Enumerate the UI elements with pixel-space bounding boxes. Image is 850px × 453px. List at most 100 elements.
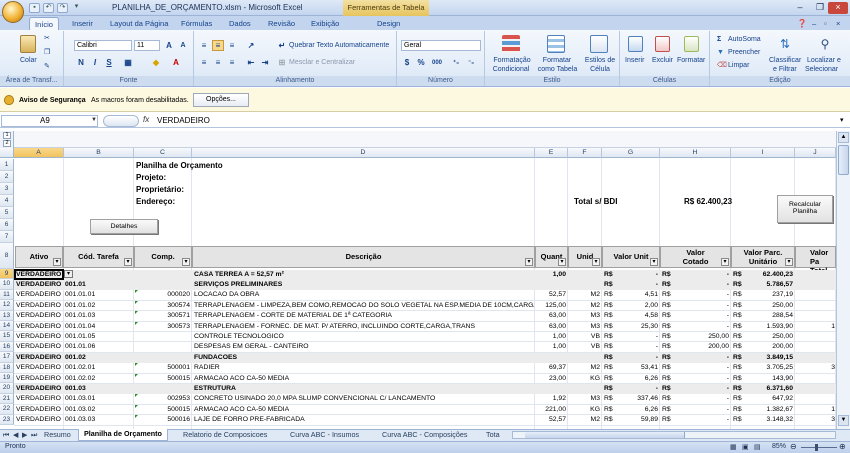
cell-valor-parc-total[interactable] xyxy=(797,311,835,321)
cell-valor-cotado-currency[interactable]: R$ xyxy=(662,311,682,321)
sort-filter-label-2[interactable]: e Filtrar xyxy=(773,66,797,74)
sheet-tab-total[interactable]: Tota xyxy=(486,430,500,440)
vertical-scrollbar[interactable]: ▲ ▼ xyxy=(836,131,850,429)
row-header[interactable]: 12 xyxy=(0,300,14,311)
cell-descricao[interactable]: SERVIÇOS PRELIMINARES xyxy=(194,280,534,290)
tab-inserir[interactable]: Inserir xyxy=(72,17,93,30)
cell-valor-unit[interactable]: 53,41 xyxy=(622,363,658,373)
conditional-formatting-icon[interactable] xyxy=(502,35,520,53)
wrap-text-button[interactable]: Quebrar Texto Automaticamente xyxy=(289,42,389,50)
column-header-7[interactable]: H xyxy=(660,148,731,158)
cell-valor-parc-total[interactable] xyxy=(797,332,835,342)
cell-valor-cotado-currency[interactable]: R$ xyxy=(662,374,682,384)
select-all-corner[interactable] xyxy=(0,148,14,158)
cell-valor-unit-currency[interactable]: R$ xyxy=(604,332,624,342)
cell-valor-parc[interactable]: 3.705,25 xyxy=(751,363,793,373)
cell-comp[interactable]: 000020 xyxy=(136,290,190,300)
format-as-table-label-1[interactable]: Formatar xyxy=(541,57,573,65)
cell-valor-parc-currency[interactable]: R$ xyxy=(733,415,753,425)
sheet-tab-abc-composicoes[interactable]: Curva ABC - Composições xyxy=(382,430,467,440)
save-icon[interactable]: ▪ xyxy=(29,3,40,13)
zoom-slider-thumb[interactable] xyxy=(815,444,818,451)
cell-valor-parc[interactable]: 200,00 xyxy=(751,342,793,352)
formula-input[interactable]: VERDADEIRO xyxy=(157,116,210,125)
zoom-level[interactable]: 85% xyxy=(772,443,786,450)
cell-comp[interactable]: 500016 xyxy=(136,415,190,425)
row-header[interactable]: 22 xyxy=(0,404,14,415)
cell-valor-parc-total[interactable]: 3 xyxy=(797,415,835,425)
cell-valor-unit[interactable]: 4,51 xyxy=(622,290,658,300)
row-header[interactable]: 10 xyxy=(0,279,14,290)
cell-comp[interactable]: 500001 xyxy=(136,363,190,373)
row-header[interactable]: 3 xyxy=(0,183,14,195)
cell-ativo[interactable]: VERDADEIRO xyxy=(16,332,62,342)
cell-cod-tarefa[interactable]: 001.03.01 xyxy=(65,394,133,404)
conditional-formatting-label-1[interactable]: Formatação xyxy=(492,57,532,65)
delete-cells-icon[interactable] xyxy=(655,36,670,52)
cell-ativo[interactable]: VERDADEIRO xyxy=(16,384,62,394)
cell-valor-cotado-currency[interactable]: R$ xyxy=(662,290,682,300)
tab-design[interactable]: Design xyxy=(377,17,400,30)
column-header-2[interactable]: C xyxy=(134,148,192,158)
zoom-in-icon[interactable]: ⊕ xyxy=(839,442,846,451)
cell-valor-unit-currency[interactable]: R$ xyxy=(604,280,624,290)
cell-valor-unit-currency[interactable]: R$ xyxy=(604,322,624,332)
cell-valor-cotado-currency[interactable]: R$ xyxy=(662,342,682,352)
cell-valor-parc[interactable]: 6.371,60 xyxy=(751,384,793,394)
cell-valor-unit[interactable]: 4,58 xyxy=(622,311,658,321)
row-header[interactable]: 5 xyxy=(0,207,14,219)
cell-descricao[interactable]: CONTROLE TECNOLOGICO xyxy=(194,332,534,342)
fx-icon[interactable]: fx xyxy=(143,115,149,124)
align-top-icon[interactable]: ≡ xyxy=(198,40,210,51)
autosum-icon[interactable]: Σ xyxy=(717,36,721,44)
cell-valor-cotado[interactable]: - xyxy=(680,322,729,332)
italic-button[interactable]: I xyxy=(89,57,101,68)
cell-quant[interactable]: 63,00 xyxy=(536,311,566,321)
cell-unid[interactable]: M2 xyxy=(569,415,600,425)
cell-ativo[interactable]: VERDADEIRO xyxy=(16,290,62,300)
decrease-decimal-icon[interactable]: ⁻₀ xyxy=(465,57,477,68)
cell-valor-unit[interactable]: - xyxy=(622,280,658,290)
restore-icon[interactable]: ❐ xyxy=(810,2,830,14)
cell-cod-tarefa[interactable]: 001.02.02 xyxy=(65,374,133,384)
cell-valor-parc-currency[interactable]: R$ xyxy=(733,290,753,300)
cell-descricao[interactable]: FUNDACOES xyxy=(194,353,534,363)
tab-exibicao[interactable]: Exibição xyxy=(311,17,339,30)
cell-valor-cotado[interactable]: - xyxy=(680,353,729,363)
error-indicator-icon[interactable] xyxy=(135,300,138,304)
paste-label[interactable]: Colar xyxy=(20,57,37,65)
filter-unid-icon[interactable]: ▾ xyxy=(592,258,600,266)
cell-valor-unit-currency[interactable]: R$ xyxy=(604,290,624,300)
cell-styles-label-2[interactable]: Célula xyxy=(585,66,615,74)
cell-unid[interactable]: KG xyxy=(569,405,600,415)
cell-descricao[interactable]: DESPESAS EM GERAL - CANTEIRO xyxy=(194,342,534,352)
cell-valor-unit[interactable]: 337,46 xyxy=(622,394,658,404)
row-header[interactable]: 1 xyxy=(0,159,14,171)
clear-button[interactable]: Limpar xyxy=(728,62,749,70)
cell-unid[interactable]: M2 xyxy=(569,363,600,373)
cell-valor-parc-currency[interactable]: R$ xyxy=(733,322,753,332)
sheet-nav-last-icon[interactable]: ⏭ xyxy=(31,430,37,440)
horizontal-scrollbar[interactable] xyxy=(512,431,836,439)
cell-valor-parc-total[interactable] xyxy=(797,384,835,394)
wrap-text-icon[interactable]: ↵ xyxy=(276,40,288,51)
cut-icon[interactable]: ✂ xyxy=(44,35,50,43)
cell-valor-unit-currency[interactable]: R$ xyxy=(604,415,624,425)
autosum-button[interactable]: AutoSoma xyxy=(728,36,761,44)
cell-cod-tarefa[interactable]: 001.01.05 xyxy=(65,332,133,342)
percent-button[interactable]: % xyxy=(415,57,427,68)
format-as-table-label-2[interactable]: como Tabela xyxy=(535,66,580,74)
cell-comp[interactable] xyxy=(136,384,190,394)
cell-valor-unit[interactable]: - xyxy=(622,270,658,280)
fill-icon[interactable]: ▼ xyxy=(717,49,724,57)
cell-valor-parc-total[interactable] xyxy=(797,342,835,352)
cell-valor-parc[interactable]: 3.849,15 xyxy=(751,353,793,363)
cell-valor-cotado[interactable]: - xyxy=(680,363,729,373)
cell-valor-parc[interactable]: 1.382,67 xyxy=(751,405,793,415)
cell-valor-parc-total[interactable]: 3 xyxy=(797,363,835,373)
bold-button[interactable]: N xyxy=(75,57,87,68)
number-format-combo[interactable]: Geral xyxy=(401,40,481,51)
row-header[interactable]: 14 xyxy=(0,321,14,332)
scroll-up-icon[interactable]: ▲ xyxy=(838,132,849,143)
filter-ativo-icon[interactable]: ▾ xyxy=(53,258,61,266)
